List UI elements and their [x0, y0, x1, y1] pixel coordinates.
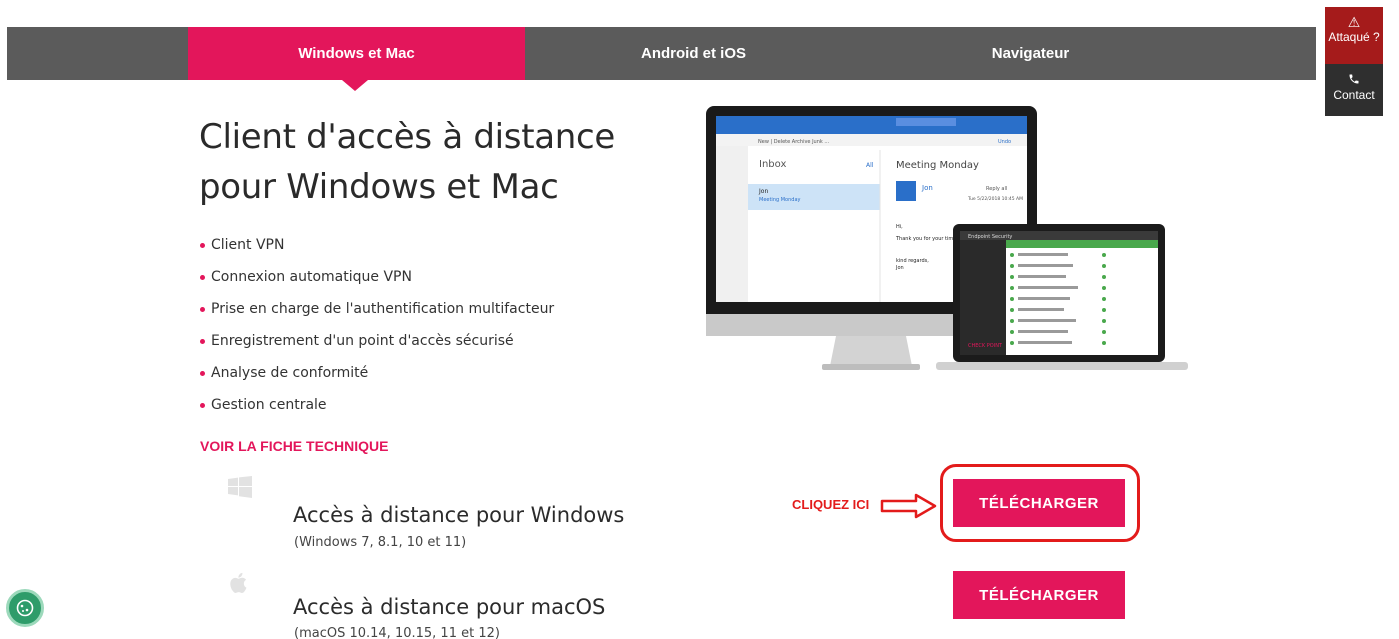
svg-text:CHECK POINT: CHECK POINT [968, 343, 1003, 349]
cookie-settings-button[interactable] [6, 589, 44, 627]
warning-icon: ⚠ [1347, 14, 1361, 30]
attacked-label: Attaqué ? [1328, 30, 1380, 44]
svg-text:Meeting Monday: Meeting Monday [759, 197, 801, 203]
svg-text:Jon: Jon [895, 265, 904, 271]
download-windows-button[interactable]: TÉLÉCHARGER [953, 479, 1125, 527]
feature-text: Enregistrement d'un point d'accès sécuri… [211, 333, 514, 349]
svg-text:New | Delete Archive Junk: New | Delete Archive Junk ... [758, 139, 830, 145]
feature-text: Client VPN [211, 237, 285, 253]
bullet-icon [200, 306, 205, 312]
macos-versions: (macOS 10.14, 10.15, 11 et 12) [294, 626, 500, 639]
svg-text:Jon: Jon [921, 184, 933, 192]
svg-text:kind regards,: kind regards, [896, 258, 929, 264]
feature-list: Client VPN Connexion automatique VPN Pri… [200, 229, 554, 421]
bullet-icon [200, 370, 205, 376]
svg-text:Undo: Undo [998, 139, 1011, 145]
feature-item: Analyse de conformité [200, 357, 554, 389]
macos-download-title: Accès à distance pour macOS [293, 595, 606, 619]
feature-item: Connexion automatique VPN [200, 261, 554, 293]
tab-windows-mac[interactable]: Windows et Mac [188, 27, 525, 80]
feature-item: Prise en charge de l'authentification mu… [200, 293, 554, 325]
bullet-icon [200, 274, 205, 280]
attacked-button[interactable]: ⚠ Attaqué ? [1325, 7, 1383, 64]
contact-button[interactable]: Contact [1325, 64, 1383, 116]
active-tab-pointer [342, 80, 368, 91]
annotation-arrow-icon [880, 493, 937, 519]
windows-download-title: Accès à distance pour Windows [293, 503, 625, 527]
bullet-icon [200, 402, 205, 408]
apple-logo-icon [228, 572, 252, 594]
feature-item: Enregistrement d'un point d'accès sécuri… [200, 325, 554, 357]
feature-item: Client VPN [200, 229, 554, 261]
contact-label: Contact [1333, 88, 1375, 102]
feature-text: Analyse de conformité [211, 365, 369, 381]
cookie-icon [16, 599, 34, 617]
feature-item: Gestion centrale [200, 389, 554, 421]
svg-text:Meeting Monday: Meeting Monday [896, 160, 979, 171]
datasheet-link[interactable]: VOIR LA FICHE TECHNIQUE [200, 438, 389, 454]
svg-text:All: All [866, 162, 874, 169]
svg-text:Inbox: Inbox [759, 159, 786, 170]
feature-text: Connexion automatique VPN [211, 269, 412, 285]
bullet-icon [200, 242, 205, 248]
windows-logo-icon [228, 476, 252, 498]
bullet-icon [200, 338, 205, 344]
tab-browser[interactable]: Navigateur [862, 27, 1199, 80]
windows-versions: (Windows 7, 8.1, 10 et 11) [294, 535, 467, 550]
svg-text:Tue 5/22/2018 10:45 AM: Tue 5/22/2018 10:45 AM [967, 196, 1023, 202]
phone-icon [1325, 73, 1383, 87]
page-title: Client d'accès à distance pour Windows e… [199, 117, 616, 207]
click-here-annotation: CLIQUEZ ICI [792, 497, 870, 512]
download-macos-button[interactable]: TÉLÉCHARGER [953, 571, 1125, 619]
svg-text:Reply all: Reply all [986, 186, 1007, 192]
platform-tab-bar: Windows et Mac Android et iOS Navigateur [7, 27, 1316, 80]
svg-text:Endpoint Security: Endpoint Security [968, 234, 1012, 240]
tab-android-ios[interactable]: Android et iOS [525, 27, 862, 80]
svg-text:Jon: Jon [758, 188, 768, 195]
svg-text:Hi,: Hi, [896, 224, 903, 230]
devices-illustration: New | Delete Archive Junk ... Undo Inbox… [706, 106, 1188, 370]
feature-text: Gestion centrale [211, 397, 327, 413]
feature-text: Prise en charge de l'authentification mu… [211, 301, 555, 317]
